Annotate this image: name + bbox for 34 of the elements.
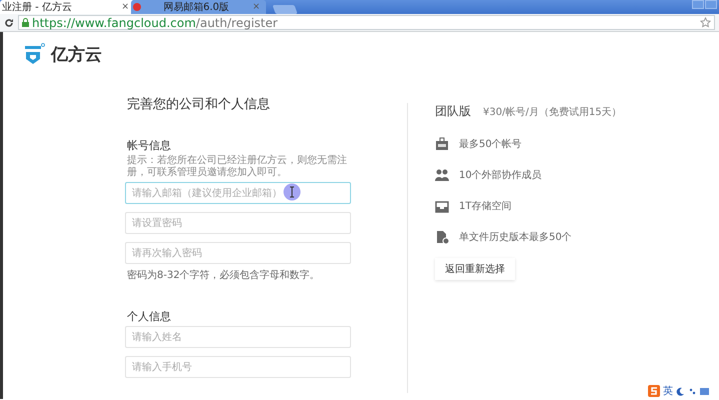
browser-tab[interactable]: 网易邮箱6.0版 ×	[131, 0, 266, 14]
moon-icon[interactable]	[676, 386, 685, 396]
ime-mode-label[interactable]: 英	[663, 386, 673, 396]
feature-text: 最多50个帐号	[459, 138, 522, 150]
input-field[interactable]: 请再次输入密码	[125, 242, 351, 264]
text-cursor-icon	[283, 183, 301, 201]
section-heading: 个人信息	[127, 310, 172, 324]
bookmark-star-icon[interactable]	[700, 17, 711, 28]
people-icon	[435, 168, 449, 182]
browser-tab[interactable]: 业注册 - 亿方云 ×	[0, 0, 135, 14]
form-title: 完善您的公司和个人信息	[127, 97, 271, 113]
input-field[interactable]: 请输入手机号	[125, 356, 351, 378]
address-bar[interactable]: https://www.fangcloud.com/auth/register	[18, 15, 715, 30]
new-tab-button[interactable]	[272, 5, 298, 14]
file-clock-icon	[435, 230, 449, 244]
ime-logo-icon[interactable]	[648, 385, 660, 397]
input-field[interactable]: 请输入邮箱（建议使用企业邮箱）	[125, 182, 351, 204]
feature-text: 10个外部协作成员	[459, 168, 542, 182]
feature-text: 1T存储空间	[459, 200, 512, 212]
feature-text: 单文件历史版本最多50个	[459, 230, 572, 244]
reload-icon[interactable]	[4, 18, 14, 28]
punctuation-icon[interactable]	[688, 386, 697, 396]
lock-icon	[22, 18, 29, 27]
logo-icon	[23, 43, 45, 65]
password-rule-text: 密码为8-32个字符，必须包含字母和数字。	[127, 270, 321, 282]
logo-text: 亿方云	[51, 44, 102, 66]
input-field[interactable]: 请输入姓名	[125, 326, 351, 348]
input-field[interactable]: 请设置密码	[125, 212, 351, 234]
section-heading: 帐号信息	[127, 139, 172, 153]
inbox-tray-icon	[435, 198, 449, 212]
plan-price: ¥30/帐号/月（免费试用15天）	[483, 106, 622, 119]
back-button[interactable]: 返回重新选择	[435, 258, 515, 280]
hint-text: 提示：若您所在公司已经注册亿方云，则您无需注册，可联系管理员邀请您加入即可。	[127, 155, 348, 179]
plan-name: 团队版	[435, 103, 471, 120]
